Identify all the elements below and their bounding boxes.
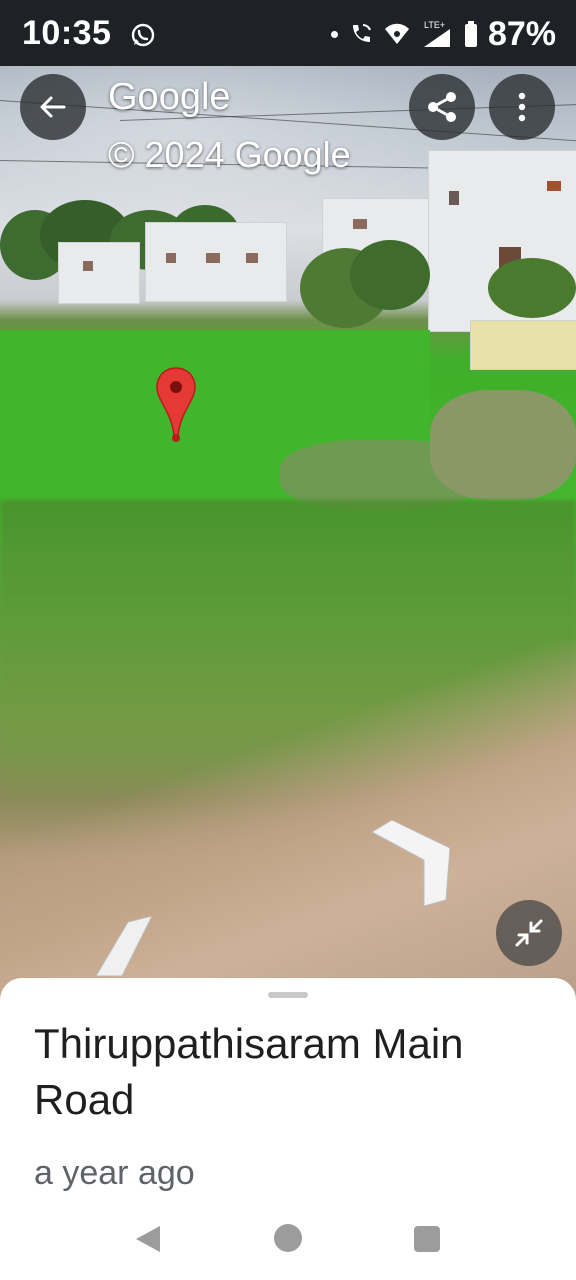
share-icon <box>428 92 456 122</box>
lte-label: LTE+ <box>424 20 445 30</box>
place-title: Thiruppathisaram Main Road <box>34 1020 464 1123</box>
status-bar: 10:35 LTE+ 87% <box>0 0 576 66</box>
palm-tree <box>488 258 576 318</box>
battery-percentage: 87% <box>487 14 556 53</box>
nav-home-icon[interactable] <box>274 1224 302 1252</box>
tree <box>350 240 430 310</box>
navigate-back-arrow[interactable] <box>92 912 156 976</box>
capture-date: a year ago <box>34 1154 195 1192</box>
bush <box>430 390 576 500</box>
copyright-text: © 2024 Google <box>108 134 351 175</box>
location-marker-icon[interactable] <box>154 366 198 444</box>
google-brand-title: Google <box>108 76 231 118</box>
nav-back-icon[interactable] <box>134 1224 162 1254</box>
back-button[interactable] <box>20 74 86 140</box>
whatsapp-icon <box>131 23 155 47</box>
sheet-drag-handle[interactable] <box>268 992 308 998</box>
share-button[interactable] <box>409 74 475 140</box>
compound-wall <box>470 320 576 370</box>
status-time: 10:35 <box>22 14 112 52</box>
battery-icon <box>464 21 477 47</box>
nav-recents-icon[interactable] <box>414 1226 440 1252</box>
navigate-forward-arrow[interactable] <box>372 820 450 906</box>
dirt-road <box>0 640 576 1000</box>
building <box>145 222 287 302</box>
arrow-left-icon <box>40 96 66 118</box>
system-navigation-bar <box>0 1210 576 1280</box>
wifi-icon <box>384 23 409 44</box>
place-info-sheet[interactable]: Thiruppathisaram Main Road a year ago <box>0 978 576 1280</box>
more-options-button[interactable] <box>489 74 555 140</box>
wifi-call-icon <box>352 24 371 42</box>
building <box>58 242 140 304</box>
more-vert-icon <box>518 92 526 122</box>
collapse-icon <box>515 919 543 947</box>
notification-dot <box>330 30 338 38</box>
exit-fullscreen-button[interactable] <box>496 900 562 966</box>
lte-signal-icon: LTE+ <box>423 20 450 47</box>
